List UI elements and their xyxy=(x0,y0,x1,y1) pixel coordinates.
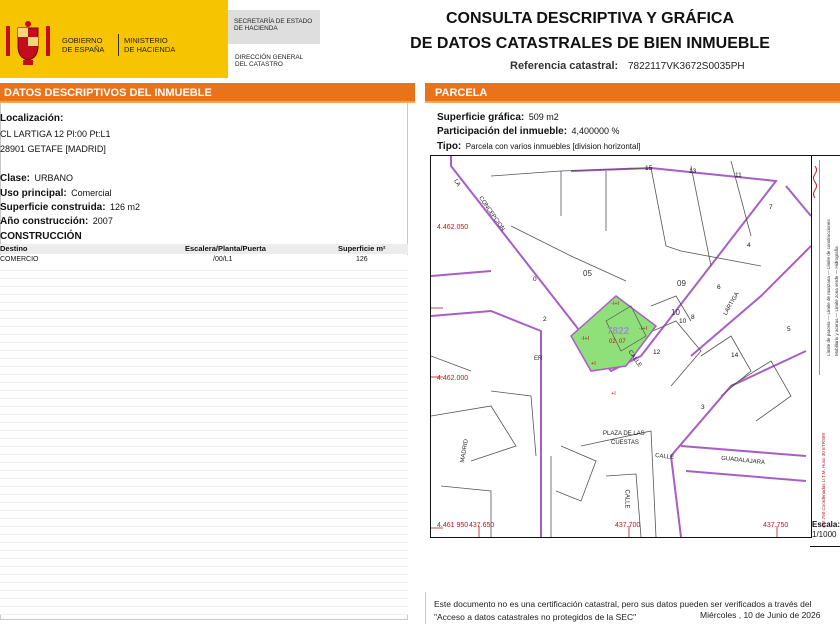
scale-label: Escala: xyxy=(812,520,840,529)
house-number: 11 xyxy=(735,172,742,179)
house-number: 8 xyxy=(691,314,695,321)
clase-value: URBANO xyxy=(34,173,73,183)
direccion-name: DIRECCIÓN GENERAL DEL CATASTRO xyxy=(235,54,303,69)
ref-value: 7822117VK3672S0035PH xyxy=(628,61,745,72)
legend-item: Hidrografía xyxy=(834,246,839,269)
coat-of-arms-icon xyxy=(6,21,50,65)
house-number: 5 xyxy=(787,326,791,333)
legend-item: Límite de construcciones xyxy=(826,219,831,270)
gov-line1: GOBIERNO xyxy=(62,36,103,45)
construccion-title: CONSTRUCCIÓN xyxy=(0,231,82,242)
house-number: 13 xyxy=(689,168,697,175)
min-line2: DE HACIENDA xyxy=(124,45,176,54)
section-bar-parcela: PARCELA xyxy=(425,83,840,103)
anio-row: Año construcción: 2007 xyxy=(0,211,113,229)
localizacion-label: Localización: xyxy=(0,113,64,124)
house-number: 15 xyxy=(645,165,653,172)
gov-line2: DE ESPAÑA xyxy=(62,45,105,54)
parcel-label: 05 xyxy=(583,269,592,278)
document-date: Miércoles , 10 de Junio de 2026 xyxy=(700,610,821,620)
parcel-label-subject: 7822 xyxy=(607,326,630,337)
parcel-label: 07 xyxy=(619,339,626,345)
table-body xyxy=(0,255,408,615)
coord-y2: 4.462.000 xyxy=(437,375,469,382)
house-number: 10 xyxy=(679,318,687,325)
superficie-value: 126 m2 xyxy=(110,202,141,212)
cadastral-map[interactable]: 4.462.050 4.462.000 4.461 950 437.650 43… xyxy=(430,155,812,538)
street-label: CUESTAS xyxy=(611,440,639,446)
gov-name: GOBIERNO DE ESPAÑA xyxy=(62,36,104,54)
logo-divider xyxy=(118,34,119,56)
tipo-row: Tipo: Parcela con varios inmuebles [divi… xyxy=(437,136,640,154)
legend-item: Mobiliario y aceras xyxy=(834,318,839,356)
sec-line1: SECRETARÍA DE ESTADO xyxy=(234,18,313,25)
doc-title-line1: CONSULTA DESCRIPTIVA Y GRÁFICA xyxy=(445,10,734,27)
cell-escalera: /00/L1 xyxy=(213,256,233,263)
coord-y1: 4.462.050 xyxy=(437,224,469,231)
house-number: 12 xyxy=(653,349,661,356)
coord-y3: 4.461 950 xyxy=(437,522,469,529)
tipo-label: Tipo: xyxy=(437,141,462,152)
house-number: 7 xyxy=(769,204,773,211)
tipo-value: Parcela con varios inmuebles [division h… xyxy=(465,142,641,151)
cell-superficie: 126 xyxy=(356,256,368,263)
hydrography-icon xyxy=(813,165,817,199)
ref-label: Referencia catastral: xyxy=(510,60,619,72)
street-label: PLAZA DE LAS xyxy=(603,431,645,437)
legend-item: Límite de manzana xyxy=(826,276,831,315)
sec-line2: DE HACIENDA xyxy=(234,25,278,33)
parcel-label: 09 xyxy=(677,279,686,288)
ministry-name: MINISTERIO DE HACIENDA xyxy=(124,36,175,54)
legend-items: Límite de parcela — Límite de manzana — … xyxy=(826,219,831,356)
legend-item: Límite zona verde xyxy=(834,275,839,312)
coord-x2: 437.700 xyxy=(615,522,641,529)
street-label: ER xyxy=(534,356,543,362)
address-line2: 28901 GETAFE [MADRID] xyxy=(0,144,106,154)
parcel-label: 10 xyxy=(671,308,680,317)
anio-label: Año construcción: xyxy=(0,216,89,227)
legend-item: Límite de parcela xyxy=(826,321,831,356)
legend-coords-note: 437.750 Coordenadas U.T.M. Huso 30 ETRS8… xyxy=(821,432,826,528)
section-bar-descriptive: DATOS DESCRIPTIVOS DEL INMUEBLE xyxy=(0,83,415,103)
house-number: 2 xyxy=(543,316,547,323)
cell-destino: COMERCIO xyxy=(0,256,39,263)
secretaria-name: SECRETARÍA DE ESTADO DE HACIENDA xyxy=(234,18,312,33)
map-legend: Límite de parcela — Límite de manzana — … xyxy=(810,155,840,547)
table-header: Destino Escalera/Planta/Puerta Superfici… xyxy=(0,244,408,254)
government-logo-band: GOBIERNO DE ESPAÑA MINISTERIO DE HACIEND… xyxy=(0,0,228,78)
house-number: 0 xyxy=(533,276,537,283)
building-code: -I+I xyxy=(581,336,590,342)
participacion-value: 4,400000 % xyxy=(571,126,620,136)
building-code: +I xyxy=(611,391,616,397)
min-line1: MINISTERIO xyxy=(124,36,168,45)
address-line1: CL LARTIGA 12 Pl:00 Pt:L1 xyxy=(0,129,111,139)
legend-items-2: Mobiliario y aceras — Límite zona verde … xyxy=(834,246,839,356)
table-row: COMERCIO /00/L1 126 xyxy=(0,256,408,265)
coord-x3: 437.750 xyxy=(763,522,789,529)
building-code: -I+I xyxy=(611,301,620,307)
secretaria-band: SECRETARÍA DE ESTADO DE HACIENDA xyxy=(228,10,320,44)
anio-value: 2007 xyxy=(92,216,113,226)
house-number: 3 xyxy=(701,404,705,411)
building-code: +I xyxy=(591,361,596,367)
col-escalera: Escalera/Planta/Puerta xyxy=(185,244,266,253)
scale-value: 1/1000 xyxy=(812,530,837,539)
doc-title-line2: DE DATOS CATASTRALES DE BIEN INMUEBLE xyxy=(410,35,770,52)
street-label: CALLE xyxy=(623,489,630,509)
col-superficie: Superficie m² xyxy=(338,244,386,253)
house-number: 14 xyxy=(731,352,739,359)
house-number: 6 xyxy=(717,284,721,291)
parcel-label: 02 xyxy=(609,339,616,345)
coord-x1: 437.650 xyxy=(469,522,495,529)
dir-line2: DEL CATASTRO xyxy=(235,61,283,69)
building-code: -I+I xyxy=(639,326,648,332)
dir-line1: DIRECCIÓN GENERAL xyxy=(235,54,304,61)
house-number: 4 xyxy=(747,242,751,249)
col-destino: Destino xyxy=(0,244,28,253)
